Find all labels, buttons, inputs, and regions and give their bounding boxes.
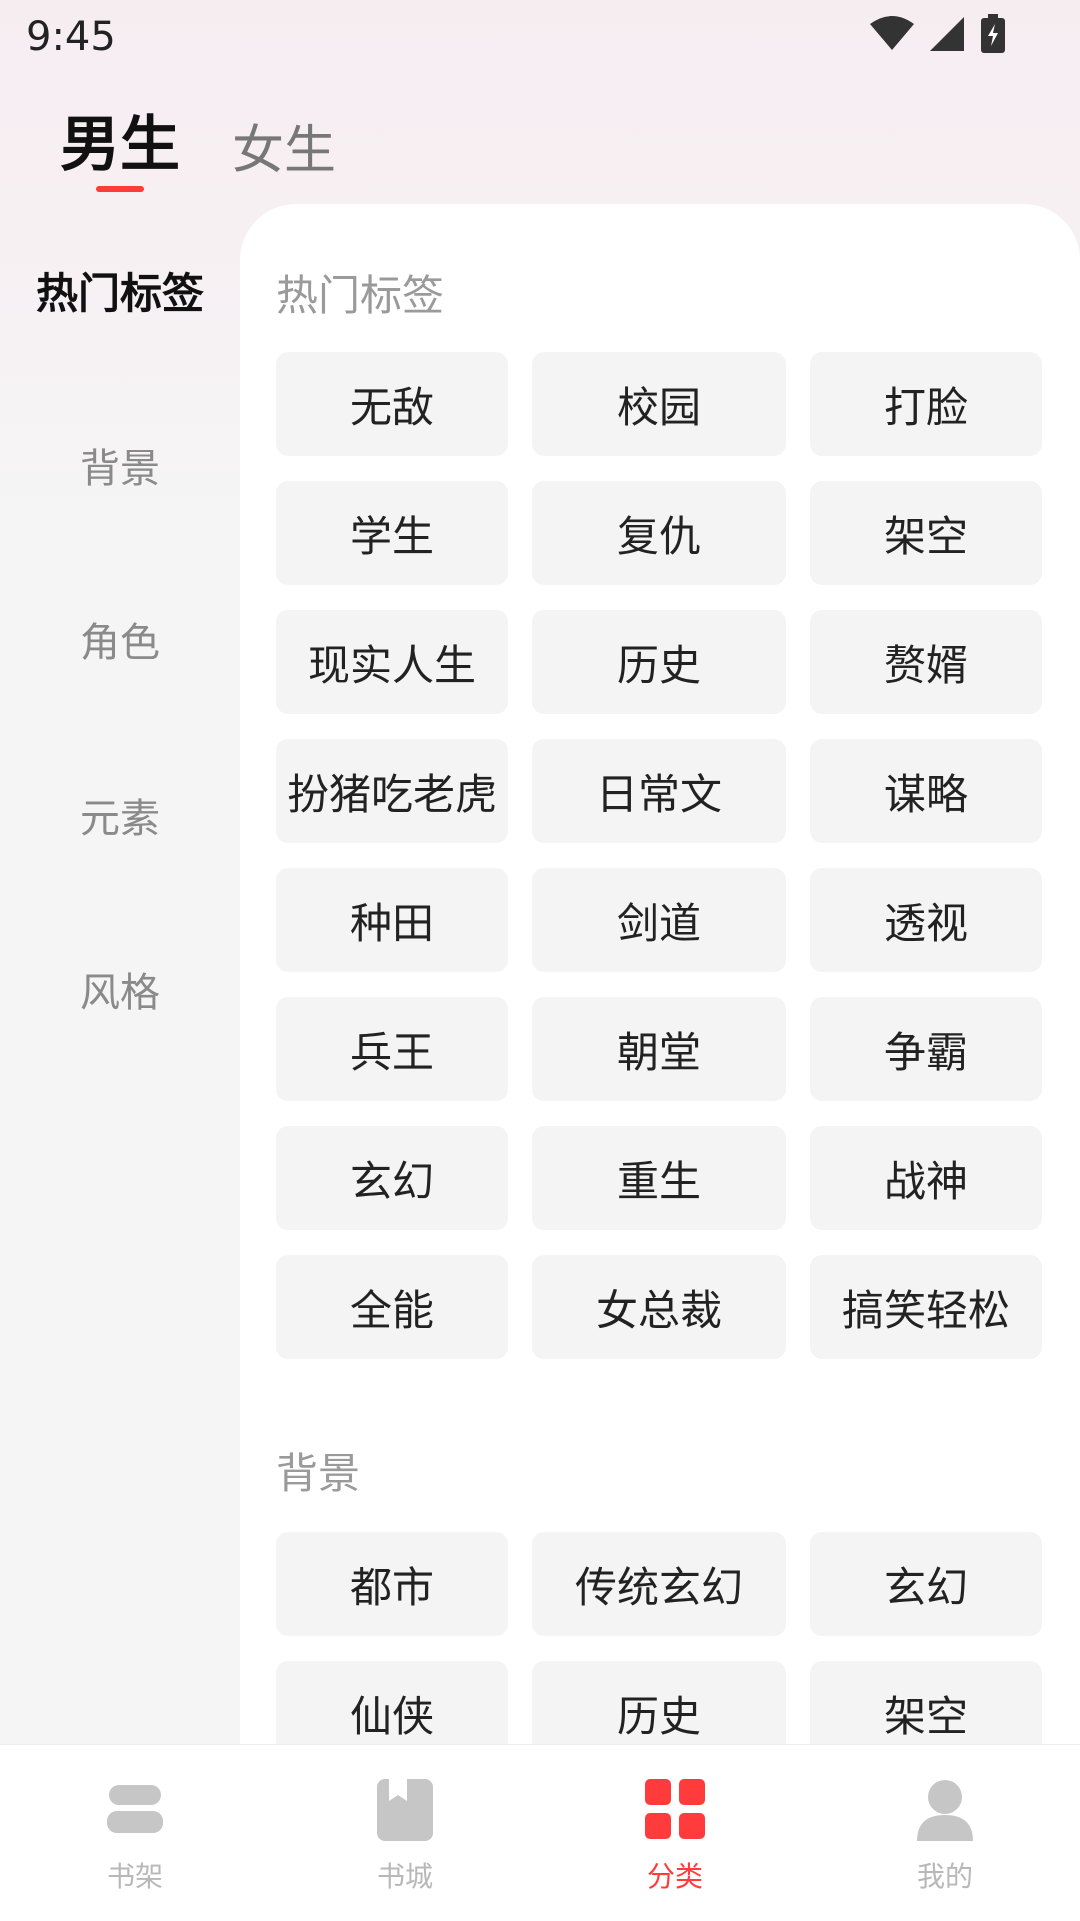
tag-panel[interactable]: 热门标签 无敌 校园 打脸 学生 复仇 架空 现实人生 历史 赘婿 扮猪吃老虎 … xyxy=(240,204,1080,1744)
tab-female[interactable]: 女生 xyxy=(232,108,336,183)
nav-label: 书城 xyxy=(376,1860,433,1893)
tag-button[interactable]: 透视 xyxy=(810,868,1042,972)
tag-button[interactable]: 架空 xyxy=(810,481,1042,585)
nav-profile[interactable]: 我的 xyxy=(810,1745,1080,1921)
sidebar-item-background[interactable]: 背景 xyxy=(0,436,240,494)
tag-grid-hot: 无敌 校园 打脸 学生 复仇 架空 现实人生 历史 赘婿 扮猪吃老虎 日常文 谋… xyxy=(276,352,1046,1359)
tag-button[interactable]: 历史 xyxy=(532,1661,786,1744)
tag-button[interactable]: 现实人生 xyxy=(276,610,508,714)
tag-button[interactable]: 全能 xyxy=(276,1255,508,1359)
tag-button[interactable]: 历史 xyxy=(532,610,786,714)
category-grid-icon xyxy=(645,1779,705,1839)
tag-button[interactable]: 传统玄幻 xyxy=(532,1532,786,1636)
tag-button[interactable]: 复仇 xyxy=(532,481,786,585)
cell-signal-icon xyxy=(930,17,964,51)
section-title-background: 背景 xyxy=(276,1449,361,1498)
nav-bookstore[interactable]: 书城 xyxy=(270,1745,540,1921)
tab-male[interactable]: 男生 xyxy=(60,96,180,183)
tag-button[interactable]: 校园 xyxy=(532,352,786,456)
tag-button[interactable]: 玄幻 xyxy=(276,1126,508,1230)
tag-button[interactable]: 打脸 xyxy=(810,352,1042,456)
tag-button[interactable]: 玄幻 xyxy=(810,1532,1042,1636)
tag-button[interactable]: 谋略 xyxy=(810,739,1042,843)
status-icons xyxy=(870,14,1006,54)
tag-button[interactable]: 赘婿 xyxy=(810,610,1042,714)
nav-category[interactable]: 分类 xyxy=(540,1745,810,1921)
wifi-icon xyxy=(870,16,914,50)
bottom-navigation: 书架 书城 分类 我的 xyxy=(0,1744,1080,1921)
profile-icon xyxy=(917,1780,973,1841)
tag-grid-background: 都市 传统玄幻 玄幻 仙侠 历史 架空 xyxy=(276,1532,1046,1744)
tag-button[interactable]: 战神 xyxy=(810,1126,1042,1230)
sidebar-item-hot-tags[interactable]: 热门标签 xyxy=(0,260,240,321)
status-time: 9:45 xyxy=(26,14,116,60)
active-tab-indicator xyxy=(96,186,144,192)
tag-button[interactable]: 无敌 xyxy=(276,352,508,456)
tag-button[interactable]: 种田 xyxy=(276,868,508,972)
tag-button[interactable]: 剑道 xyxy=(532,868,786,972)
tag-button[interactable]: 扮猪吃老虎 xyxy=(276,739,508,843)
tag-button[interactable]: 都市 xyxy=(276,1532,508,1636)
nav-label: 我的 xyxy=(916,1860,973,1893)
tag-button[interactable]: 争霸 xyxy=(810,997,1042,1101)
sidebar-item-style[interactable]: 风格 xyxy=(0,960,240,1018)
status-bar: 9:45 xyxy=(0,0,1080,72)
tag-button[interactable]: 女总裁 xyxy=(532,1255,786,1359)
nav-label: 书架 xyxy=(106,1860,163,1893)
tag-button[interactable]: 兵王 xyxy=(276,997,508,1101)
tag-button[interactable]: 仙侠 xyxy=(276,1661,508,1744)
battery-icon xyxy=(981,14,1005,53)
tag-button[interactable]: 朝堂 xyxy=(532,997,786,1101)
tag-button[interactable]: 重生 xyxy=(532,1126,786,1230)
sidebar-item-role[interactable]: 角色 xyxy=(0,610,240,668)
nav-bookshelf[interactable]: 书架 xyxy=(0,1745,270,1921)
tag-button[interactable]: 架空 xyxy=(810,1661,1042,1744)
tag-button[interactable]: 搞笑轻松 xyxy=(810,1255,1042,1359)
tag-button[interactable]: 学生 xyxy=(276,481,508,585)
tag-button[interactable]: 日常文 xyxy=(532,739,786,843)
section-title-hot-tags: 热门标签 xyxy=(276,271,445,320)
bookstore-icon xyxy=(377,1779,433,1841)
bookshelf-icon xyxy=(107,1785,163,1833)
sidebar-item-element[interactable]: 元素 xyxy=(0,786,240,844)
nav-label: 分类 xyxy=(646,1860,703,1893)
